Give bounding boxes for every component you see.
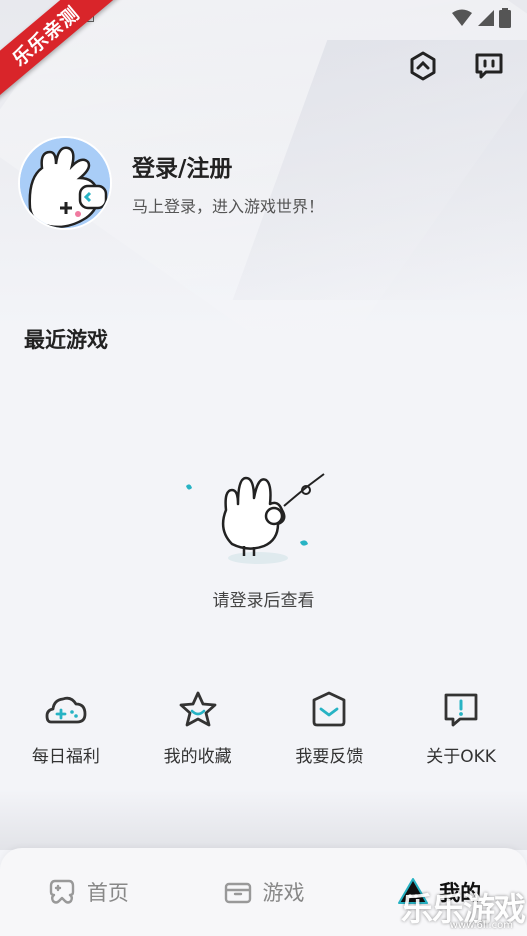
tab-label: 游戏 [262,881,305,905]
tab-label: 首页 [86,881,129,905]
home-icon [49,879,75,904]
watermark-url: www.6ll.com [449,920,513,931]
tab-home[interactable]: 首页 [0,848,176,936]
login-profile[interactable]: 登录/注册 马上登录，进入游戏世界！ [18,136,324,230]
quick-label: 我的收藏 [163,747,232,767]
avatar[interactable] [18,136,112,230]
quick-label: 关于OKK [426,747,496,767]
bottom-fade [0,790,527,850]
header-actions [407,50,505,82]
login-subtitle: 马上登录，进入游戏世界！ [132,197,325,216]
gamepad-cloud-icon [45,696,87,724]
status-icons [451,8,511,28]
message-button[interactable] [473,50,505,82]
hexagon-settings-icon [410,51,436,81]
settings-button[interactable] [407,50,439,82]
empty-state-text: 请登录后查看 [212,591,315,611]
tab-games[interactable]: 游戏 [176,848,352,936]
quick-label: 我要反馈 [295,747,364,767]
feedback-box-icon [312,691,346,727]
quick-favorites[interactable]: 我的收藏 [132,690,264,767]
signal-icon [478,10,494,26]
login-title[interactable]: 登录/注册 [132,149,324,183]
ok-hand-illustration-icon [185,473,325,564]
quick-actions: 每日福利 我的收藏 我要反馈 关于OKK [0,690,527,767]
message-icon [475,53,503,79]
empty-state: 请登录后查看 [0,460,527,611]
battery-icon [499,8,511,28]
quick-feedback[interactable]: 我要反馈 [264,690,396,767]
quick-about[interactable]: 关于OKK [395,690,527,767]
wifi-icon [452,9,472,26]
quick-label: 每日福利 [31,747,100,767]
star-icon [179,691,217,727]
game-box-icon [224,882,251,904]
recent-games-title: 最近游戏 [24,328,108,352]
quick-daily-welfare[interactable]: 每日福利 [0,690,132,767]
avatar-mascot-icon [20,138,110,228]
exclamation-box-icon [444,693,478,727]
